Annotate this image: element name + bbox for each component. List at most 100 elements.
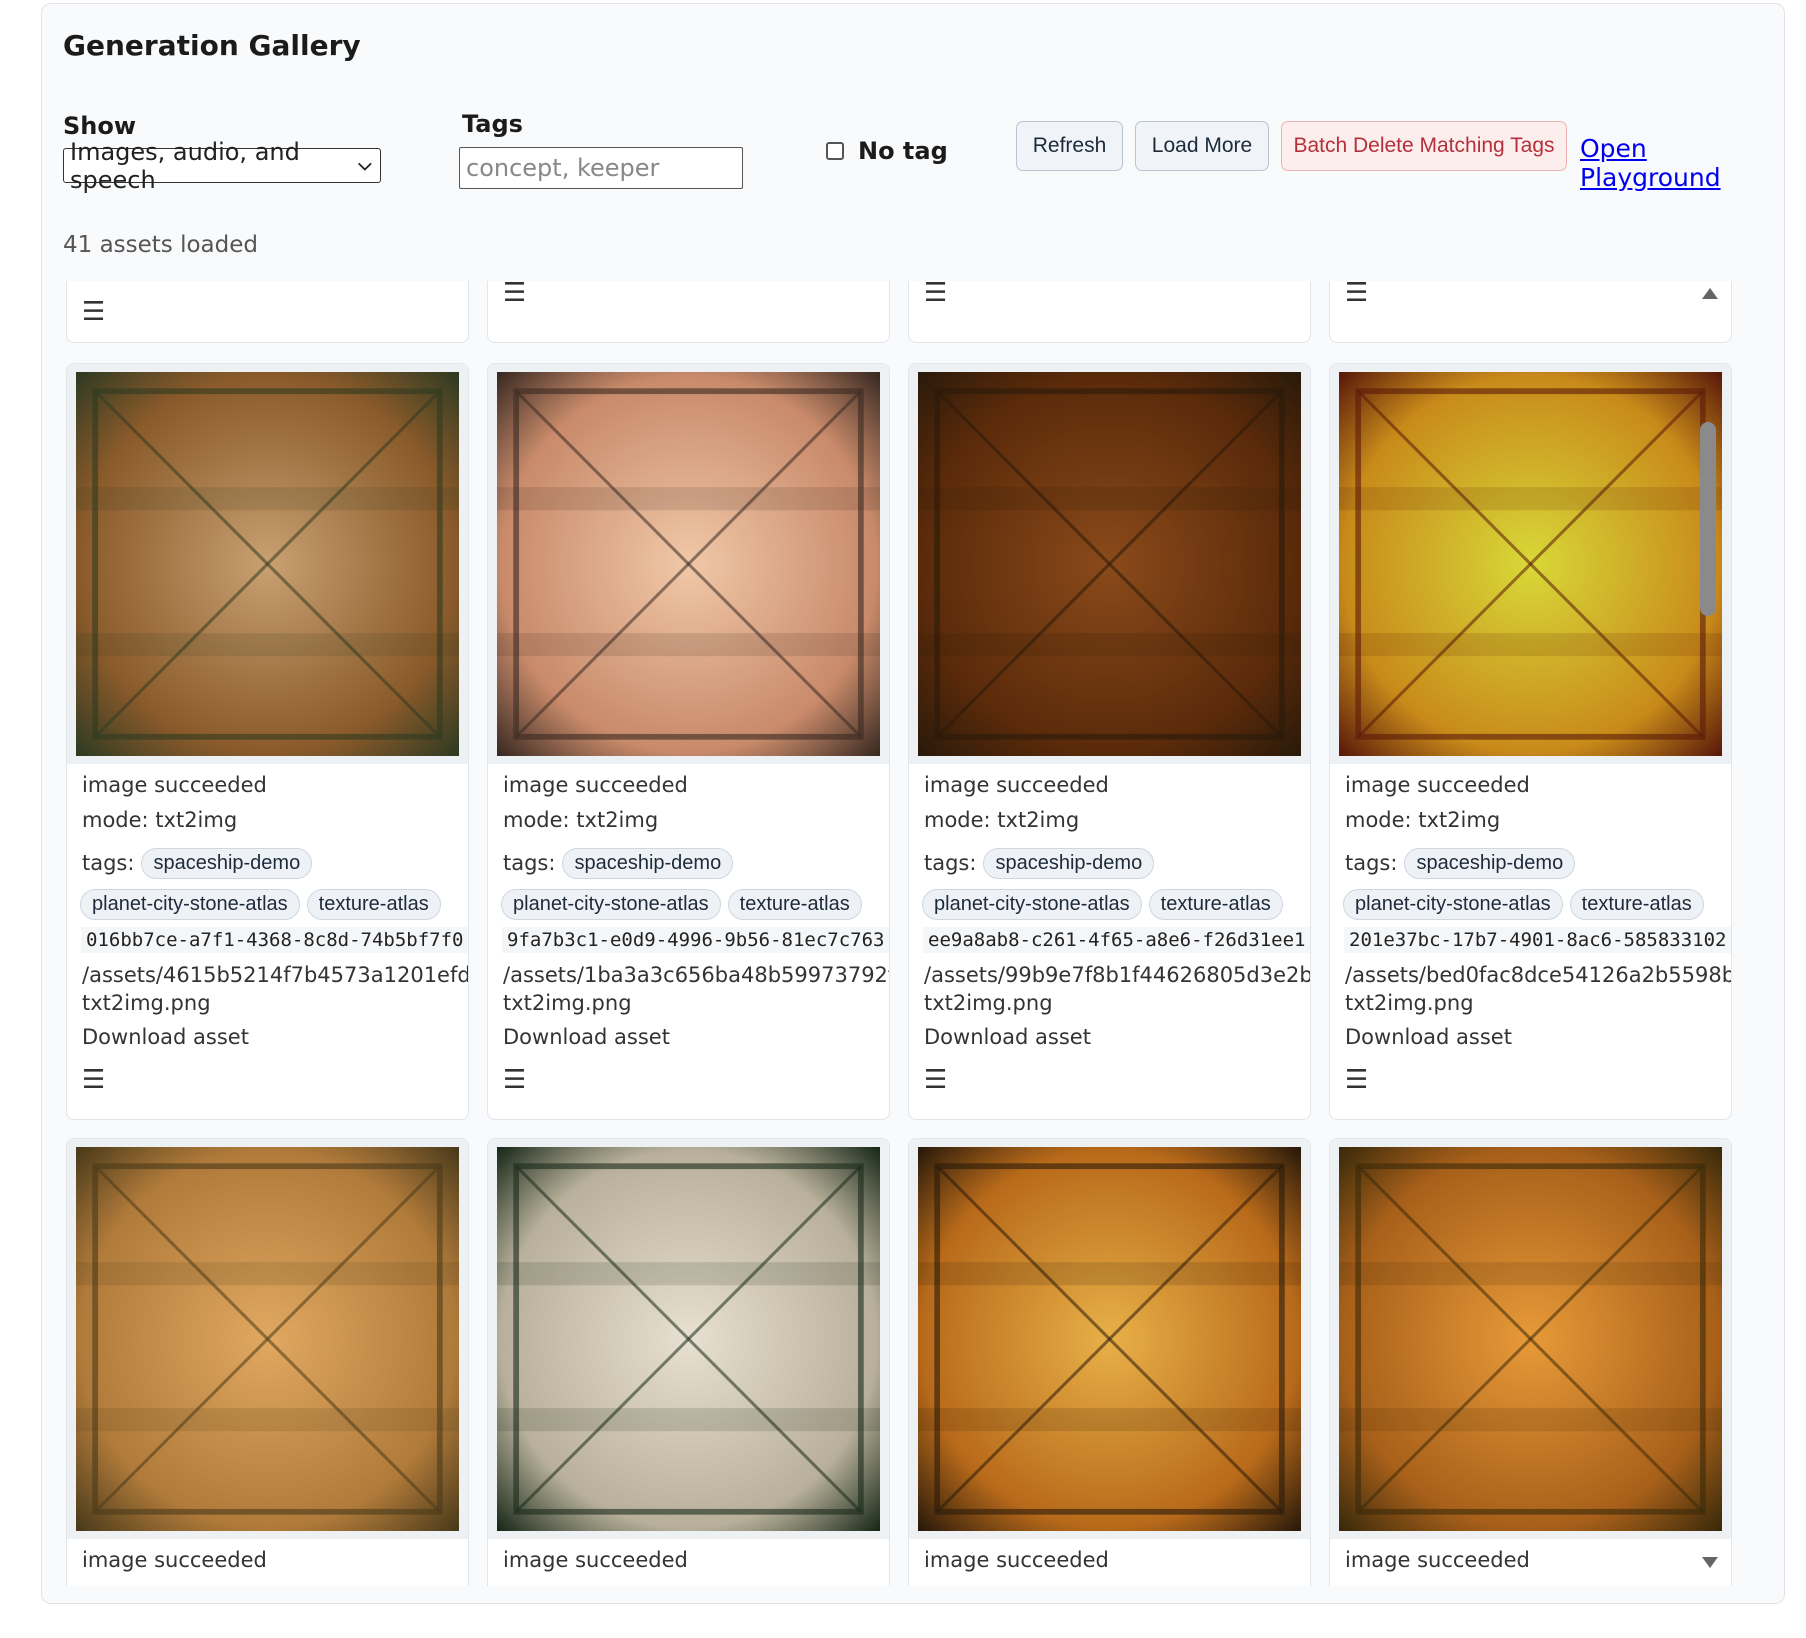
card-details: image succeeded: [924, 1548, 1109, 1572]
card-details: image succeeded: [82, 1548, 267, 1572]
thumbnail-frame: [909, 364, 1310, 764]
menu-icon[interactable]: ☰: [924, 1067, 1310, 1093]
tag-row: tags: spaceship-demo: [1345, 843, 1731, 883]
gallery-card: image succeeded: [1329, 1138, 1732, 1586]
thumbnail-frame: [67, 364, 468, 764]
gallery-panel: Generation Gallery Show Images, audio, a…: [41, 3, 1785, 1604]
asset-status: image succeeded: [82, 773, 267, 797]
tags-prefix: tags:: [924, 851, 977, 875]
tags-input[interactable]: [459, 147, 743, 189]
asset-thumbnail[interactable]: [497, 372, 880, 756]
download-asset-link[interactable]: Download asset: [82, 1025, 468, 1067]
gallery-grid[interactable]: ☰ ☰ ☰ ☰ image succeeded mode: txt2img tags…: [57, 281, 1737, 1586]
asset-mode: mode: txt2img: [82, 808, 238, 832]
gallery-card: image succeeded mode: txt2img tags: spacesh…: [66, 363, 469, 1120]
asset-id-row: ee9a8ab8-c261-4f65-a8e6-f26d31ee1: [923, 925, 1310, 963]
tag-chip[interactable]: spaceship-demo: [562, 847, 734, 879]
asset-status: image succeeded: [1345, 1548, 1530, 1572]
menu-icon[interactable]: ☰: [1345, 281, 1368, 306]
tag-chip[interactable]: spaceship-demo: [1404, 847, 1576, 879]
thumbnail-frame: [1330, 364, 1731, 764]
asset-filename: txt2img.png: [924, 991, 1053, 1015]
thumbnail-frame: [488, 364, 889, 764]
thumbnail-frame: [909, 1139, 1310, 1539]
asset-mode: mode: txt2img: [1345, 808, 1501, 832]
refresh-button[interactable]: Refresh: [1016, 121, 1123, 171]
asset-filename: txt2img.png: [503, 991, 632, 1015]
no-tag-label: No tag: [858, 137, 948, 165]
tag-chip[interactable]: texture-atlas: [1569, 888, 1704, 920]
tags-prefix: tags:: [1345, 851, 1398, 875]
asset-path: /assets/bed0fac8dce54126a2b5598bdb72: [1345, 963, 1731, 987]
tag-row: planet-city-stone-atlas texture-atlas: [1343, 883, 1731, 925]
asset-filename: txt2img.png: [82, 991, 211, 1015]
scroll-down-arrow-icon[interactable]: [1702, 1557, 1718, 1568]
scrollbar-thumb[interactable]: [1700, 422, 1716, 616]
thumbnail-frame: [488, 1139, 889, 1539]
tag-chip[interactable]: texture-atlas: [1148, 888, 1283, 920]
tag-chip[interactable]: planet-city-stone-atlas: [80, 888, 300, 920]
asset-status: image succeeded: [924, 773, 1109, 797]
menu-icon[interactable]: ☰: [503, 1067, 889, 1093]
asset-thumbnail[interactable]: [1339, 372, 1722, 756]
gallery-card: image succeeded: [487, 1138, 890, 1586]
asset-id: 016bb7ce-a7f1-4368-8c8d-74b5bf7f0: [81, 927, 468, 953]
tag-row: tags: spaceship-demo: [503, 843, 889, 883]
card-details: image succeeded: [503, 1548, 688, 1572]
gallery-card-partial: ☰: [487, 281, 890, 343]
card-details: image succeeded mode: txt2img tags: spacesh…: [922, 773, 1310, 1093]
page-title: Generation Gallery: [63, 29, 361, 62]
asset-path: /assets/1ba3a3c656ba48b59973792f3ab1: [503, 963, 889, 987]
tag-row: planet-city-stone-atlas texture-atlas: [80, 883, 468, 925]
gallery-card: image succeeded mode: txt2img tags: spacesh…: [1329, 363, 1732, 1120]
asset-thumbnail[interactable]: [76, 1147, 459, 1531]
asset-id: ee9a8ab8-c261-4f65-a8e6-f26d31ee1: [923, 927, 1310, 953]
scroll-up-arrow-icon[interactable]: [1702, 288, 1718, 299]
asset-path: /assets/4615b5214f7b4573a1201efdc03d3: [82, 963, 469, 987]
tag-chip[interactable]: planet-city-stone-atlas: [922, 888, 1142, 920]
show-select[interactable]: Images, audio, and speech: [63, 138, 381, 194]
batch-delete-button[interactable]: Batch Delete Matching Tags: [1281, 121, 1567, 171]
asset-thumbnail[interactable]: [918, 372, 1301, 756]
gallery-card: image succeeded: [66, 1138, 469, 1586]
tags-label: Tags: [462, 110, 523, 138]
download-asset-link[interactable]: Download asset: [924, 1025, 1310, 1067]
tag-chip[interactable]: texture-atlas: [727, 888, 862, 920]
menu-icon[interactable]: ☰: [924, 281, 947, 306]
asset-thumbnail[interactable]: [918, 1147, 1301, 1531]
asset-id: 9fa7b3c1-e0d9-4996-9b56-81ec7c763: [502, 927, 889, 953]
asset-id: 201e37bc-17b7-4901-8ac6-585833102: [1344, 927, 1731, 953]
menu-icon[interactable]: ☰: [503, 281, 526, 306]
card-details: image succeeded mode: txt2img tags: spacesh…: [501, 773, 889, 1093]
asset-mode: mode: txt2img: [924, 808, 1080, 832]
tag-chip[interactable]: texture-atlas: [306, 888, 441, 920]
asset-status: image succeeded: [503, 1548, 688, 1572]
asset-thumbnail[interactable]: [76, 372, 459, 756]
load-more-button[interactable]: Load More: [1135, 121, 1269, 171]
card-details: image succeeded mode: txt2img tags: spacesh…: [80, 773, 469, 1093]
tag-chip[interactable]: spaceship-demo: [983, 847, 1155, 879]
asset-thumbnail[interactable]: [497, 1147, 880, 1531]
asset-id-row: 9fa7b3c1-e0d9-4996-9b56-81ec7c763: [502, 925, 889, 963]
thumbnail-frame: [67, 1139, 468, 1539]
menu-icon[interactable]: ☰: [82, 1067, 468, 1093]
asset-thumbnail[interactable]: [1339, 1147, 1722, 1531]
tag-chip[interactable]: spaceship-demo: [141, 847, 313, 879]
gallery-card: image succeeded: [908, 1138, 1311, 1586]
no-tag-checkbox[interactable]: [826, 142, 844, 160]
tag-chip[interactable]: planet-city-stone-atlas: [501, 888, 721, 920]
show-select-value: Images, audio, and speech: [70, 137, 300, 194]
asset-status: image succeeded: [924, 1548, 1109, 1572]
tag-row: planet-city-stone-atlas texture-atlas: [501, 883, 889, 925]
menu-icon[interactable]: ☰: [1345, 1067, 1731, 1093]
download-asset-link[interactable]: Download asset: [503, 1025, 889, 1067]
tag-chip[interactable]: planet-city-stone-atlas: [1343, 888, 1563, 920]
tags-prefix: tags:: [82, 851, 135, 875]
download-asset-link[interactable]: Download asset: [1345, 1025, 1731, 1067]
no-tag-toggle[interactable]: No tag: [826, 137, 948, 165]
asset-id-row: 201e37bc-17b7-4901-8ac6-585833102: [1344, 925, 1731, 963]
asset-mode: mode: txt2img: [503, 808, 659, 832]
open-playground-link[interactable]: Open Playground: [1580, 134, 1784, 192]
menu-icon[interactable]: ☰: [82, 299, 105, 325]
asset-status: image succeeded: [82, 1548, 267, 1572]
